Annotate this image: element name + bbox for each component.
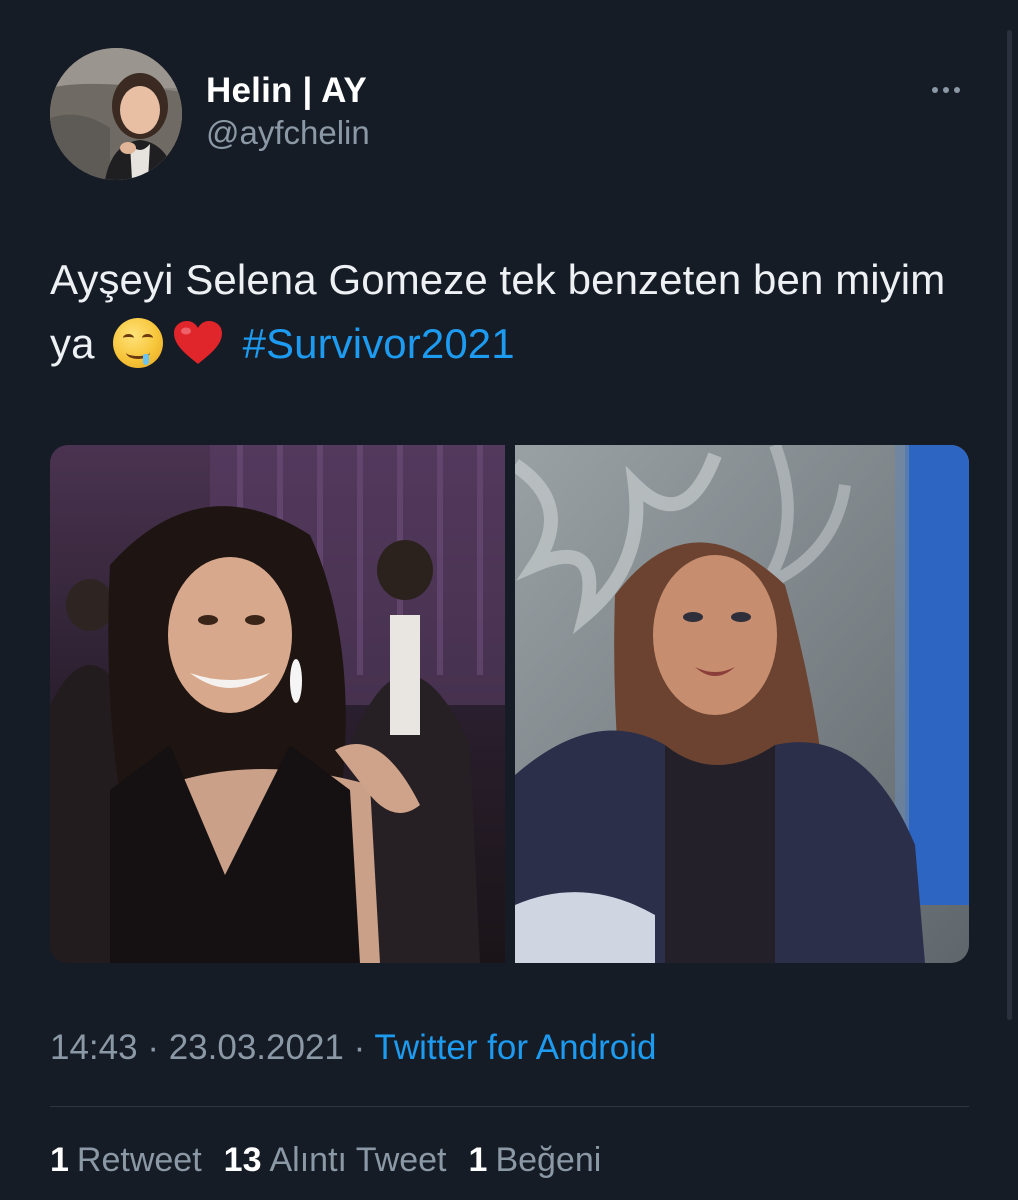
scrollbar[interactable] [1007, 30, 1012, 1020]
meta-separator: · [353, 1028, 366, 1067]
tweet-page: Helin | AY @ayfchelin Ayşeyi Selena Gome… [0, 0, 1018, 1200]
retweets-label: Retweet [76, 1141, 202, 1179]
quote-tweets-count: 13 [223, 1141, 262, 1179]
more-options-button[interactable] [918, 72, 974, 108]
more-horizontal-icon-dot [954, 87, 960, 93]
likes-label: Beğeni [495, 1141, 602, 1179]
photo-2-image [514, 445, 969, 963]
display-name[interactable]: Helin | AY [206, 70, 370, 112]
photo-1-image [50, 445, 505, 963]
likes-stat[interactable]: 1 Beğeni [469, 1138, 602, 1182]
author-info[interactable]: Helin | AY @ayfchelin [206, 70, 370, 154]
tweet-time[interactable]: 14:43 [50, 1028, 138, 1067]
likes-count: 1 [468, 1141, 488, 1179]
more-horizontal-icon-dot [943, 87, 949, 93]
tweet-text: Ayşeyi Selena Gomeze tek benzeten ben mi… [50, 248, 970, 376]
tweet-source-link[interactable]: Twitter for Android [374, 1028, 656, 1067]
tweet-metadata: 14:43 · 23.03.2021 · Twitter for Android [50, 1026, 656, 1070]
username-handle[interactable]: @ayfchelin [206, 112, 370, 154]
quote-tweets-stat[interactable]: 13 Alıntı Tweet [224, 1138, 447, 1182]
avatar[interactable] [50, 48, 182, 180]
tweet-date[interactable]: 23.03.2021 [169, 1028, 344, 1067]
retweets-count: 1 [50, 1141, 69, 1179]
media-gallery [50, 445, 969, 963]
tweet-stats: 1 Retweet 13 Alıntı Tweet 1 Beğeni [50, 1138, 601, 1182]
quote-tweets-label: Alıntı Tweet [269, 1141, 447, 1179]
media-photo-1[interactable] [50, 445, 505, 963]
divider [50, 1106, 969, 1107]
media-photo-2[interactable] [514, 445, 970, 963]
drooling-face-emoji [112, 318, 163, 368]
profile-photo-image [50, 48, 182, 180]
retweets-stat[interactable]: 1 Retweet [50, 1138, 202, 1182]
more-horizontal-icon [932, 87, 938, 93]
meta-separator: · [147, 1028, 159, 1067]
red-heart-emoji [173, 321, 222, 364]
hashtag-link[interactable]: #Survivor2021 [243, 320, 515, 367]
